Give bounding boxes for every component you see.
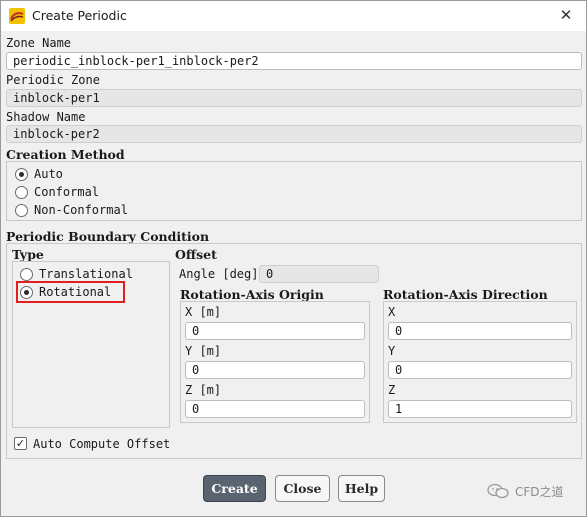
rotational-highlight-box xyxy=(16,281,125,303)
direction-x-label: X xyxy=(388,305,396,319)
radio-non-conformal-label: Non-Conformal xyxy=(34,203,128,217)
radio-non-conformal[interactable]: Non-Conformal xyxy=(15,203,215,219)
creation-method-group: Auto Conformal Non-Conformal xyxy=(6,161,582,221)
periodic-zone-label: Periodic Zone xyxy=(6,73,100,87)
creation-method-heading: Creation Method xyxy=(6,147,125,162)
shadow-name-label: Shadow Name xyxy=(6,110,86,124)
window-title: Create Periodic xyxy=(32,8,127,23)
origin-group: X [m] 0 Y [m] 0 Z [m] 0 xyxy=(180,301,370,423)
radio-conformal-button[interactable] xyxy=(15,186,28,199)
radio-non-conformal-button[interactable] xyxy=(15,204,28,217)
fluent-app-icon xyxy=(9,8,25,24)
radio-auto-button[interactable] xyxy=(15,168,28,181)
offset-heading: Offset xyxy=(175,247,217,262)
help-button[interactable]: Help xyxy=(338,475,385,502)
wechat-icon xyxy=(487,483,509,499)
pbc-group: Type Translational Rotational Offset Ang… xyxy=(6,243,582,459)
radio-translational-button[interactable] xyxy=(20,268,33,281)
pbc-heading: Periodic Boundary Condition xyxy=(6,229,210,244)
shadow-name-field: inblock-per2 xyxy=(6,125,582,143)
direction-z-label: Z xyxy=(388,383,396,397)
origin-z-label: Z [m] xyxy=(185,383,222,397)
origin-y-input[interactable]: 0 xyxy=(185,361,365,379)
angle-field: 0 xyxy=(259,265,379,283)
type-heading: Type xyxy=(12,247,44,262)
close-icon[interactable]: ✕ xyxy=(556,5,576,25)
origin-x-input[interactable]: 0 xyxy=(185,322,365,340)
radio-auto-label: Auto xyxy=(34,167,63,181)
origin-x-label: X [m] xyxy=(185,305,222,319)
zone-name-input[interactable]: periodic_inblock-per1_inblock-per2 xyxy=(6,52,582,70)
title-bar: Create Periodic ✕ xyxy=(1,1,586,31)
direction-group: X 0 Y 0 Z 1 xyxy=(383,301,577,423)
origin-heading: Rotation-Axis Origin xyxy=(180,287,324,302)
radio-auto[interactable]: Auto xyxy=(15,167,215,183)
direction-x-input[interactable]: 0 xyxy=(388,322,572,340)
direction-y-label: Y xyxy=(388,344,396,358)
radio-conformal[interactable]: Conformal xyxy=(15,185,215,201)
auto-compute-label: Auto Compute Offset xyxy=(33,437,171,451)
origin-y-label: Y [m] xyxy=(185,344,222,358)
close-button[interactable]: Close xyxy=(275,475,330,502)
radio-conformal-label: Conformal xyxy=(34,185,100,199)
auto-compute-checkbox[interactable]: ✓ xyxy=(14,437,27,450)
origin-z-input[interactable]: 0 xyxy=(185,400,365,418)
create-button[interactable]: Create xyxy=(203,475,266,502)
zone-name-label: Zone Name xyxy=(6,36,72,50)
periodic-zone-field: inblock-per1 xyxy=(6,89,582,107)
create-periodic-dialog: Create Periodic ✕ Zone Name periodic_inb… xyxy=(0,0,587,517)
angle-label: Angle [deg] xyxy=(179,267,259,281)
direction-z-input[interactable]: 1 xyxy=(388,400,572,418)
radio-translational-label: Translational xyxy=(39,267,133,281)
direction-y-input[interactable]: 0 xyxy=(388,361,572,379)
watermark-text: CFD之道 xyxy=(515,485,564,499)
direction-heading: Rotation-Axis Direction xyxy=(383,287,548,302)
